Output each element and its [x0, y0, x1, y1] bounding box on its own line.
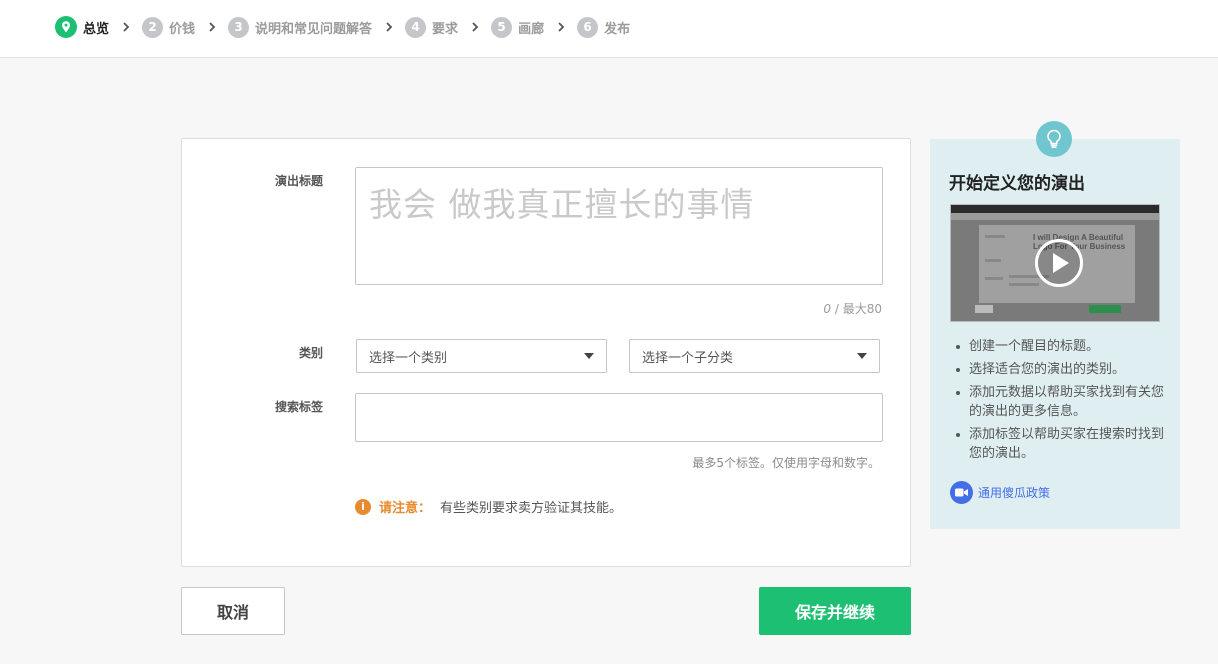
- video-thumbnail-save: [1089, 305, 1121, 313]
- step-number: 5: [491, 16, 513, 38]
- policy-link-text: 通用傻瓜政策: [978, 486, 1051, 500]
- chevron-right-icon: [123, 22, 130, 32]
- tip-item: 创建一个醒目的标题。: [952, 337, 1164, 356]
- info-icon: i: [355, 498, 371, 515]
- subcategory-select[interactable]: 选择一个子分类: [629, 339, 880, 373]
- caret-down-icon: [857, 353, 867, 359]
- step-number: 2: [142, 16, 164, 38]
- help-side-panel: 开始定义您的演出 I will Design A Beautiful Logo …: [930, 121, 1180, 529]
- category-label: 类别: [298, 346, 323, 360]
- step-gallery[interactable]: 5 画廊: [491, 16, 545, 38]
- lightbulb-icon: [1036, 121, 1072, 157]
- char-counter: 0 / 最大80: [772, 300, 882, 317]
- char-count-current: 0: [823, 302, 832, 316]
- progress-header: 总览 2 价钱 3 说明和常见问题解答 4 要求 5 画廊 6 发布: [0, 0, 1218, 58]
- gig-title-input[interactable]: 我会 做我真正擅长的事情: [355, 167, 883, 285]
- step-label: 价钱: [169, 21, 196, 37]
- notice-title: 请注意：: [379, 501, 432, 516]
- step-label: 总览: [83, 21, 110, 37]
- notice-text: 有些类别要求卖方验证其技能。: [440, 501, 623, 516]
- play-icon[interactable]: [1035, 239, 1083, 287]
- policy-link[interactable]: 通用傻瓜政策: [950, 481, 1050, 504]
- tip-item: 选择适合您的演出的类别。: [952, 360, 1164, 379]
- step-publish[interactable]: 6 发布: [577, 16, 631, 38]
- step-label: 发布: [604, 21, 631, 37]
- search-tags-label: 搜索标签: [274, 400, 323, 414]
- chevron-right-icon: [209, 22, 216, 32]
- verification-notice: i 请注意： 有些类别要求卖方验证其技能。: [355, 497, 622, 516]
- save-continue-button[interactable]: 保存并继续: [759, 587, 911, 635]
- video-thumbnail-header: [951, 205, 1159, 213]
- video-camera-icon: [950, 481, 973, 504]
- step-number: 6: [577, 16, 599, 38]
- tutorial-video[interactable]: I will Design A Beautiful Logo For Your …: [950, 204, 1160, 322]
- video-caption-line: I will Design A Beautiful: [1033, 233, 1124, 242]
- step-label: 画廊: [518, 21, 545, 37]
- category-select-value: 选择一个类别: [369, 350, 448, 366]
- step-number: 3: [228, 16, 250, 38]
- video-thumbnail-subbar: [951, 213, 1159, 220]
- category-select[interactable]: 选择一个类别: [356, 339, 607, 373]
- char-count-max: / 最大80: [831, 302, 882, 316]
- cancel-button[interactable]: 取消: [181, 587, 285, 635]
- tip-item: 添加元数据以帮助买家找到有关您的演出的更多信息。: [952, 383, 1164, 421]
- location-pin-icon: [55, 16, 77, 38]
- step-label: 说明和常见问题解答: [255, 21, 373, 37]
- gig-title-label: 演出标题: [274, 174, 323, 188]
- side-panel-title: 开始定义您的演出: [949, 174, 1085, 194]
- step-navigation: 总览 2 价钱 3 说明和常见问题解答 4 要求 5 画廊 6 发布: [55, 16, 630, 38]
- chevron-right-icon: [386, 22, 393, 32]
- chevron-right-icon: [472, 22, 479, 32]
- overview-form-card: 演出标题 我会 做我真正擅长的事情 0 / 最大80 类别 选择一个类别 选择一…: [181, 138, 911, 567]
- step-overview[interactable]: 总览: [55, 16, 109, 38]
- caret-down-icon: [584, 353, 594, 359]
- tip-item: 添加标签以帮助买家在搜索时找到您的演出。: [952, 425, 1164, 463]
- step-label: 要求: [432, 21, 459, 37]
- step-number: 4: [405, 16, 427, 38]
- subcategory-select-value: 选择一个子分类: [642, 350, 734, 366]
- step-description-faq[interactable]: 3 说明和常见问题解答: [228, 16, 373, 38]
- step-pricing[interactable]: 2 价钱: [142, 16, 196, 38]
- gig-title-placeholder: 我会 做我真正擅长的事情: [369, 185, 755, 224]
- search-tags-input[interactable]: [355, 393, 883, 442]
- tips-list: 创建一个醒目的标题。 选择适合您的演出的类别。 添加元数据以帮助买家找到有关您的…: [952, 337, 1164, 467]
- video-thumbnail-cancel: [975, 305, 993, 313]
- chevron-right-icon: [558, 22, 565, 32]
- search-tags-hint: 最多5个标签。仅使用字母和数字。: [692, 456, 880, 470]
- step-requirements[interactable]: 4 要求: [405, 16, 459, 38]
